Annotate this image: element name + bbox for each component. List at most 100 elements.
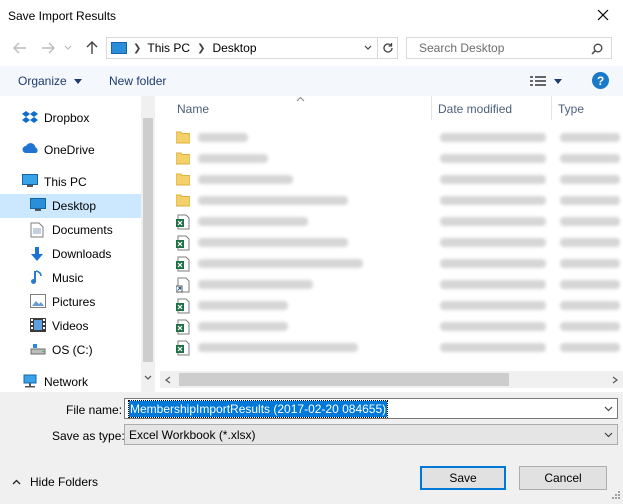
caret-down-icon [554, 78, 562, 84]
close-button[interactable] [591, 4, 615, 26]
sidebar-item-label: Pictures [52, 295, 96, 309]
file-row[interactable] [175, 190, 623, 211]
close-icon [597, 9, 609, 21]
sidebar-item-label: Videos [52, 319, 89, 333]
file-date-blurred [440, 343, 546, 352]
chevron-down-icon[interactable] [604, 406, 613, 412]
breadcrumb-desktop[interactable]: Desktop [212, 41, 256, 55]
file-row[interactable] [175, 127, 623, 148]
view-options-button[interactable] [530, 73, 566, 89]
file-name-blurred [198, 196, 348, 205]
folder-icon [175, 172, 191, 188]
sidebar-item-downloads[interactable]: Downloads [0, 242, 141, 266]
sidebar-item-label: Desktop [52, 199, 97, 213]
file-date-blurred [440, 322, 546, 331]
search-input[interactable]: Search Desktop [406, 37, 612, 59]
address-dropdown-button[interactable] [361, 38, 375, 58]
column-header-type[interactable]: Type [558, 102, 584, 116]
resize-grip-icon[interactable] [609, 490, 621, 502]
excel-file-icon [176, 340, 190, 356]
new-folder-button[interactable]: New folder [109, 74, 166, 88]
forward-button[interactable] [38, 38, 58, 58]
back-button[interactable] [10, 38, 30, 58]
file-row[interactable] [176, 211, 623, 232]
hide-folders-button[interactable]: Hide Folders [12, 475, 98, 489]
save-as-type-select[interactable]: Excel Workbook (*.xlsx) [124, 424, 618, 445]
scroll-left-icon[interactable] [165, 376, 171, 384]
column-header-name[interactable]: Name [177, 102, 209, 116]
sidebar-item-label: Dropbox [44, 111, 90, 125]
file-row[interactable] [175, 274, 623, 295]
file-type-blurred [560, 343, 620, 352]
cancel-button[interactable]: Cancel [519, 466, 607, 490]
file-name-blurred [198, 343, 358, 352]
sidebar-item-os-c[interactable]: OS (C:) [0, 338, 141, 362]
file-type-blurred [560, 280, 620, 289]
download-icon [30, 246, 46, 262]
scroll-down-icon[interactable] [144, 375, 152, 381]
caret-down-icon [74, 79, 83, 85]
navigation-scrollbar[interactable] [141, 96, 155, 392]
sidebar-item-label: Music [52, 271, 84, 285]
up-button[interactable] [82, 38, 102, 58]
breadcrumb-this-pc[interactable]: This PC [147, 41, 190, 55]
save-button[interactable]: Save [420, 466, 506, 490]
sidebar-item-network[interactable]: Network [0, 370, 141, 394]
refresh-button[interactable] [377, 38, 397, 58]
column-divider[interactable] [431, 96, 432, 120]
file-name-blurred [198, 259, 363, 268]
sidebar-item-desktop[interactable]: Desktop [0, 194, 141, 218]
file-row[interactable] [175, 148, 623, 169]
file-row[interactable] [176, 232, 623, 253]
navigation-pane: Dropbox OneDrive This PC Desktop Documents Do… [0, 96, 155, 392]
file-date-blurred [440, 301, 546, 310]
file-row[interactable] [176, 295, 623, 316]
file-name-blurred [198, 175, 293, 184]
file-date-blurred [440, 259, 546, 268]
sidebar-item-pictures[interactable]: Pictures [0, 290, 141, 314]
drive-icon [30, 342, 46, 358]
file-row[interactable] [175, 169, 623, 190]
scroll-thumb[interactable] [179, 373, 509, 386]
search-icon [591, 43, 603, 55]
sidebar-item-onedrive[interactable]: OneDrive [0, 138, 141, 162]
file-type-blurred [560, 259, 620, 268]
sidebar-item-documents[interactable]: Documents [0, 218, 141, 242]
file-type-blurred [560, 196, 620, 205]
column-header-date[interactable]: Date modified [438, 102, 512, 116]
computer-icon [22, 174, 38, 190]
sidebar-item-music[interactable]: Music [0, 266, 141, 290]
file-name-input[interactable]: MembershipImportResults (2017-02-20 0846… [124, 398, 618, 419]
sidebar-item-this-pc[interactable]: This PC [0, 170, 141, 194]
details-view-icon [530, 76, 546, 86]
refresh-icon [382, 43, 393, 53]
shortcut-icon [175, 277, 190, 293]
sidebar-item-label: This PC [44, 175, 87, 189]
arrow-left-icon [13, 42, 26, 54]
sidebar-item-dropbox[interactable]: Dropbox [0, 106, 141, 130]
chevron-down-icon [604, 432, 613, 438]
picture-icon [30, 294, 46, 310]
file-row[interactable] [176, 253, 623, 274]
desktop-icon [30, 198, 46, 214]
file-type-blurred [560, 154, 620, 163]
document-icon [30, 222, 46, 238]
scroll-right-icon[interactable] [612, 376, 618, 384]
file-row[interactable] [176, 337, 623, 358]
arrow-up-icon [86, 41, 98, 54]
file-row[interactable] [176, 316, 623, 337]
recent-locations-button[interactable] [62, 38, 74, 58]
file-type-blurred [560, 238, 620, 247]
file-name-value: MembershipImportResults (2017-02-20 0846… [127, 400, 389, 418]
address-bar[interactable]: ❯ This PC ❯ Desktop [106, 37, 398, 59]
column-divider[interactable] [551, 96, 552, 120]
file-name-blurred [198, 217, 308, 226]
sidebar-item-videos[interactable]: Videos [0, 314, 141, 338]
excel-file-icon [176, 298, 190, 314]
sort-ascending-icon [296, 96, 305, 102]
folder-icon [175, 193, 191, 209]
help-button[interactable]: ? [592, 72, 609, 89]
scroll-thumb[interactable] [143, 118, 153, 362]
organize-menu[interactable]: Organize [18, 74, 83, 88]
chevron-down-icon [64, 45, 72, 50]
